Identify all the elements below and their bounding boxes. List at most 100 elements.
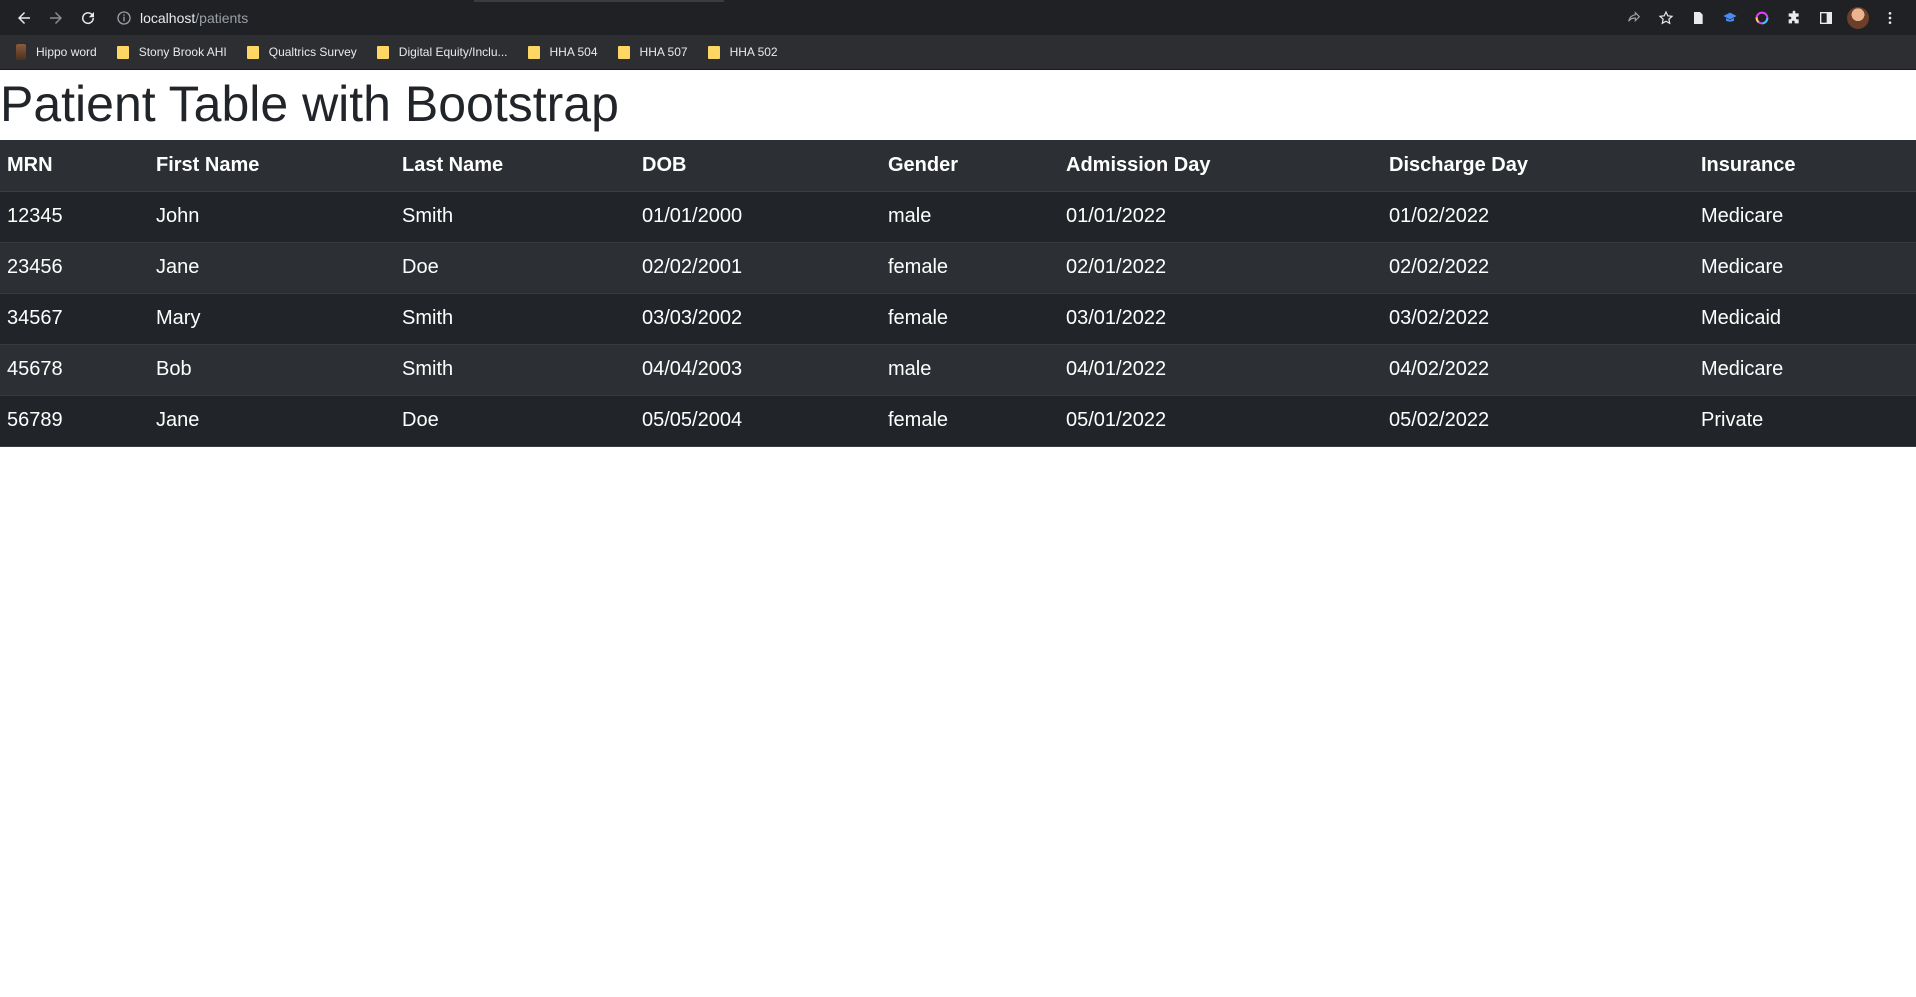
table-row: 45678 Bob Smith 04/04/2003 male 04/01/20… xyxy=(0,344,1916,396)
star-icon xyxy=(1658,10,1674,24)
cell-last-name: Doe xyxy=(395,242,635,294)
bookmark-label: HHA 502 xyxy=(729,45,778,59)
header-gender: Gender xyxy=(881,140,1059,192)
cell-gender: male xyxy=(881,344,1059,396)
cell-dob: 02/02/2001 xyxy=(635,242,881,294)
extension-grad-button[interactable] xyxy=(1716,4,1744,32)
header-first-name: First Name xyxy=(149,140,395,192)
reload-icon xyxy=(82,11,95,24)
color-ring-icon xyxy=(1755,11,1769,24)
bookmark-digital-equity[interactable]: Digital Equity/Inclu... xyxy=(369,38,516,66)
bookmark-qualtrics-survey[interactable]: Qualtrics Survey xyxy=(239,38,365,66)
cell-mrn: 23456 xyxy=(0,242,149,294)
avatar xyxy=(1847,6,1869,29)
cell-admission-day: 05/01/2022 xyxy=(1059,395,1382,447)
table-row: 56789 Jane Doe 05/05/2004 female 05/01/2… xyxy=(0,395,1916,447)
header-insurance: Insurance xyxy=(1694,140,1916,192)
header-dob: DOB xyxy=(635,140,881,192)
header-mrn: MRN xyxy=(0,140,149,192)
cell-insurance: Medicare xyxy=(1694,344,1916,396)
extension-color-button[interactable] xyxy=(1748,4,1776,32)
cell-mrn: 56789 xyxy=(0,395,149,447)
header-discharge-day: Discharge Day xyxy=(1382,140,1694,192)
folder-icon xyxy=(707,45,720,59)
bookmark-label: Qualtrics Survey xyxy=(268,45,357,59)
cell-last-name: Smith xyxy=(395,344,635,396)
table-header-row: MRN First Name Last Name DOB Gender Admi… xyxy=(0,140,1916,192)
cell-last-name: Smith xyxy=(395,191,635,243)
cell-first-name: Jane xyxy=(149,242,395,294)
bookmark-label: HHA 504 xyxy=(549,45,598,59)
cell-mrn: 34567 xyxy=(0,293,149,345)
url-host: localhost xyxy=(140,9,196,26)
bookmark-star-button[interactable] xyxy=(1652,4,1680,32)
cell-first-name: Bob xyxy=(149,344,395,396)
share-button[interactable] xyxy=(1620,4,1648,32)
cell-discharge-day: 04/02/2022 xyxy=(1382,344,1694,396)
bookmark-hippo-word[interactable]: Hippo word xyxy=(8,38,105,66)
back-button[interactable] xyxy=(8,2,40,34)
cell-gender: female xyxy=(881,293,1059,345)
forward-button[interactable] xyxy=(40,2,72,34)
tab-strip-indicator xyxy=(474,0,724,2)
menu-button[interactable] xyxy=(1876,4,1904,32)
page-title: Patient Table with Bootstrap xyxy=(0,76,619,132)
kebab-menu-icon xyxy=(1888,11,1892,24)
patient-table: MRN First Name Last Name DOB Gender Admi… xyxy=(0,140,1916,447)
cell-mrn: 45678 xyxy=(0,344,149,396)
address-bar[interactable]: localhost/patients xyxy=(110,4,1620,32)
header-admission-day: Admission Day xyxy=(1059,140,1382,192)
info-icon xyxy=(117,10,131,25)
cell-admission-day: 02/01/2022 xyxy=(1059,242,1382,294)
document-icon xyxy=(1694,11,1703,24)
folder-icon xyxy=(617,45,630,59)
bookmark-label: HHA 507 xyxy=(639,45,688,59)
table-row: 23456 Jane Doe 02/02/2001 female 02/01/2… xyxy=(0,242,1916,294)
side-panel-button[interactable] xyxy=(1812,4,1840,32)
reload-button[interactable] xyxy=(72,2,104,34)
cell-mrn: 12345 xyxy=(0,191,149,243)
puzzle-icon xyxy=(1788,10,1799,23)
extension-doc-button[interactable] xyxy=(1684,4,1712,32)
share-icon xyxy=(1628,10,1641,22)
cell-discharge-day: 03/02/2022 xyxy=(1382,293,1694,345)
cell-first-name: Mary xyxy=(149,293,395,345)
cell-dob: 01/01/2000 xyxy=(635,191,881,243)
cell-last-name: Smith xyxy=(395,293,635,345)
hippo-icon xyxy=(16,44,26,60)
cell-discharge-day: 01/02/2022 xyxy=(1382,191,1694,243)
cell-insurance: Private xyxy=(1694,395,1916,447)
cell-discharge-day: 05/02/2022 xyxy=(1382,395,1694,447)
table-row: 34567 Mary Smith 03/03/2002 female 03/01… xyxy=(0,293,1916,345)
bookmark-hha-502[interactable]: HHA 502 xyxy=(700,38,786,66)
extensions-button[interactable] xyxy=(1780,4,1808,32)
arrow-right-icon xyxy=(50,11,62,24)
folder-icon xyxy=(116,45,129,59)
url-path: /patients xyxy=(195,9,249,26)
browser-toolbar: localhost/patients xyxy=(0,0,1916,35)
side-panel-icon xyxy=(1820,11,1832,24)
folder-icon xyxy=(246,45,259,59)
cell-admission-day: 04/01/2022 xyxy=(1059,344,1382,396)
bookmark-hha-504[interactable]: HHA 504 xyxy=(520,38,606,66)
cell-insurance: Medicaid xyxy=(1694,293,1916,345)
cell-last-name: Doe xyxy=(395,395,635,447)
cell-discharge-day: 02/02/2022 xyxy=(1382,242,1694,294)
bookmark-stony-brook-ahi[interactable]: Stony Brook AHI xyxy=(109,38,235,66)
cell-gender: female xyxy=(881,242,1059,294)
bookmarks-bar: Hippo word Stony Brook AHI Qualtrics Sur… xyxy=(0,35,1916,70)
arrow-left-icon xyxy=(18,11,30,24)
cell-insurance: Medicare xyxy=(1694,242,1916,294)
cell-dob: 04/04/2003 xyxy=(635,344,881,396)
bookmark-label: Hippo word xyxy=(36,45,97,59)
cell-gender: male xyxy=(881,191,1059,243)
header-last-name: Last Name xyxy=(395,140,635,192)
cell-admission-day: 01/01/2022 xyxy=(1059,191,1382,243)
cell-insurance: Medicare xyxy=(1694,191,1916,243)
bookmark-label: Stony Brook AHI xyxy=(138,45,227,59)
bookmark-hha-507[interactable]: HHA 507 xyxy=(610,38,696,66)
cell-dob: 05/05/2004 xyxy=(635,395,881,447)
folder-icon xyxy=(376,45,389,59)
profile-button[interactable] xyxy=(1844,4,1872,32)
cell-dob: 03/03/2002 xyxy=(635,293,881,345)
